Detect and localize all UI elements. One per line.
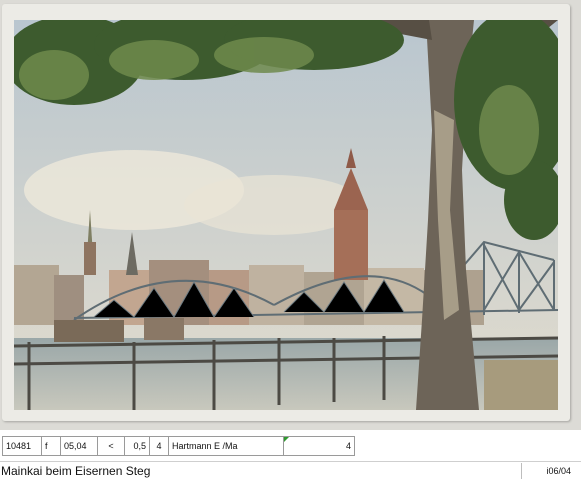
publisher-cell: Hartmann E /Ma: [168, 436, 283, 456]
count-value: 4: [345, 441, 351, 451]
scan-background: [0, 0, 581, 430]
city-scene-illustration: [14, 20, 558, 410]
quantity-cell: 4: [149, 436, 168, 456]
item-number-cell: 10481: [2, 436, 41, 456]
price-cell: 0,5: [124, 436, 149, 456]
item-title: Mainkai beim Eisernen Steg: [1, 464, 151, 478]
title-row: Mainkai beim Eisernen Steg i06/04: [0, 461, 581, 481]
flag-cell: f: [41, 436, 60, 456]
postcard-photo[interactable]: [14, 20, 558, 410]
item-code: i06/04: [521, 463, 575, 479]
count-cell: 4: [283, 436, 355, 456]
operator-cell: <: [97, 436, 124, 456]
postcard: [2, 4, 570, 421]
green-corner-marker: [284, 437, 289, 442]
listing-metadata-row: 10481 f 05,04 < 0,5 4 Hartmann E /Ma 4: [2, 436, 355, 456]
date-code-cell: 05,04: [60, 436, 97, 456]
